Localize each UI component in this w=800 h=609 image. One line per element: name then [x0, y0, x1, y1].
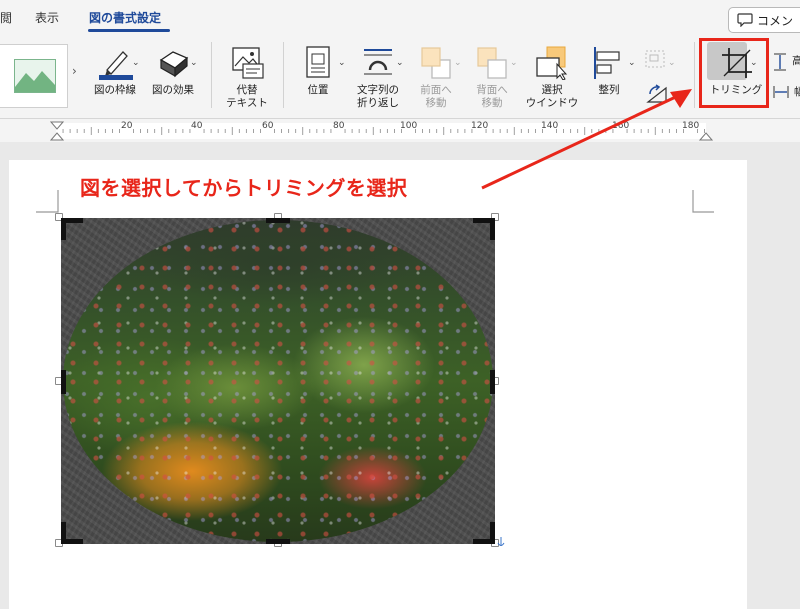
backward-dropdown-icon[interactable]: ⌄ — [510, 58, 518, 68]
bring-forward-button[interactable]: 前面へ 移動 — [410, 46, 462, 110]
width-label: 幅 — [794, 86, 800, 98]
height-icon — [774, 53, 786, 71]
group-dropdown-icon[interactable]: ⌄ — [668, 58, 676, 68]
crop-handle-top-right[interactable] — [490, 218, 495, 240]
bring-forward-label-line2: 移動 — [425, 97, 447, 109]
position-button[interactable]: 位置 — [296, 46, 340, 97]
comment-icon — [737, 13, 753, 27]
crop-handle-left[interactable] — [61, 370, 66, 394]
wrap-text-button[interactable]: 文字列の 折り返し — [350, 46, 406, 110]
group-icon — [645, 50, 665, 68]
ruler-number: 20 — [121, 121, 133, 131]
wrap-dropdown-icon[interactable]: ⌄ — [396, 58, 404, 68]
pen-border-icon — [99, 51, 133, 80]
flower-garden-photo — [63, 220, 493, 542]
ribbon-separator — [211, 42, 212, 108]
wrap-text-icon — [364, 49, 392, 75]
comment-button-label: コメン — [757, 13, 794, 28]
crop-handle-right[interactable] — [490, 370, 495, 394]
alt-text-button[interactable]: 代替 テキスト — [220, 46, 274, 110]
picture-border-label: 図の枠線 — [94, 84, 136, 96]
align-icon — [594, 47, 620, 79]
alt-text-label-line1: 代替 — [236, 84, 258, 96]
wrap-text-label-line2: 折り返し — [357, 97, 399, 109]
effects-cube-icon — [159, 51, 189, 78]
selection-pane-icon — [536, 46, 568, 81]
wrap-text-label-line1: 文字列の — [357, 84, 399, 96]
position-dropdown-icon[interactable]: ⌄ — [338, 58, 346, 68]
crop-handle-top-left[interactable] — [61, 218, 66, 240]
ruler-number: 80 — [333, 121, 345, 131]
anchor-icon — [497, 537, 505, 546]
tab-review[interactable]: 閲 — [0, 9, 12, 26]
annotation-arrow — [481, 89, 692, 190]
instruction-annotation: 図を選択してからトリミングを選択 — [80, 176, 408, 200]
picture-border-button[interactable]: 図の枠線 — [90, 46, 140, 97]
alt-text-label-line2: テキスト — [226, 97, 268, 109]
crop-handle-top[interactable] — [266, 218, 290, 223]
flower-dots — [63, 220, 493, 542]
gallery-scroll-icon[interactable]: › — [72, 64, 77, 78]
ribbon-tab-bar: 閲 表示 図の書式設定 コメン — [0, 0, 800, 34]
selected-picture[interactable] — [61, 218, 495, 544]
send-backward-icon — [477, 47, 507, 79]
picture-effects-button[interactable]: 図の効果 — [146, 46, 200, 97]
bring-forward-icon — [421, 47, 451, 79]
border-dropdown-icon[interactable]: ⌄ — [132, 58, 140, 68]
picture-effects-label: 図の効果 — [152, 84, 194, 96]
group-button[interactable] — [642, 48, 668, 74]
forward-dropdown-icon[interactable]: ⌄ — [454, 58, 462, 68]
crop-handle-bottom-right[interactable] — [490, 522, 495, 544]
width-icon — [773, 86, 789, 98]
position-icon — [306, 46, 330, 78]
picture-style-thumbnail-icon — [14, 59, 56, 93]
ruler-number: 40 — [191, 121, 203, 131]
active-tab-indicator — [88, 29, 170, 32]
effects-dropdown-icon[interactable]: ⌄ — [190, 58, 198, 68]
indent-marker-icon[interactable] — [50, 120, 64, 142]
position-label: 位置 — [307, 84, 329, 96]
crop-handle-bottom[interactable] — [266, 539, 290, 544]
height-label: 高 — [792, 55, 800, 67]
bring-forward-label-line1: 前面へ — [420, 84, 452, 96]
align-dropdown-icon[interactable]: ⌄ — [628, 58, 636, 68]
crop-handle-bottom-left[interactable] — [61, 522, 66, 544]
height-field[interactable]: 高 — [772, 52, 800, 76]
comment-button[interactable]: コメン — [728, 7, 800, 33]
alt-text-icon — [232, 47, 264, 79]
picture-style-gallery[interactable] — [0, 44, 68, 108]
tab-picture-format[interactable]: 図の書式設定 — [89, 9, 161, 26]
width-field[interactable]: 幅 — [772, 84, 800, 104]
ribbon-separator — [283, 42, 284, 108]
tab-view[interactable]: 表示 — [35, 9, 59, 26]
ruler-number: 60 — [262, 121, 274, 131]
margin-corner-mark — [36, 190, 59, 213]
ruler-number: 100 — [400, 121, 418, 131]
